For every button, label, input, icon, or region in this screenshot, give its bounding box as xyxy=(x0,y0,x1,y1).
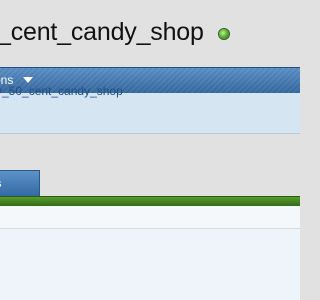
profile-username: _cent_candy_shop xyxy=(0,18,204,46)
tab-content-divider xyxy=(0,196,300,206)
info-panel xyxy=(0,93,300,134)
tab-strip: s xyxy=(0,170,300,196)
profile-header: _cent_candy_shop xyxy=(0,0,300,66)
tab-content-area xyxy=(0,206,300,300)
tab-active[interactable]: s xyxy=(0,170,40,196)
online-status-icon xyxy=(219,29,229,39)
content-header-band xyxy=(0,206,300,229)
username-link[interactable]: y_50_cent_candy_shop xyxy=(0,84,123,98)
tab-label: s xyxy=(0,178,2,190)
caret-down-icon[interactable] xyxy=(23,77,33,83)
